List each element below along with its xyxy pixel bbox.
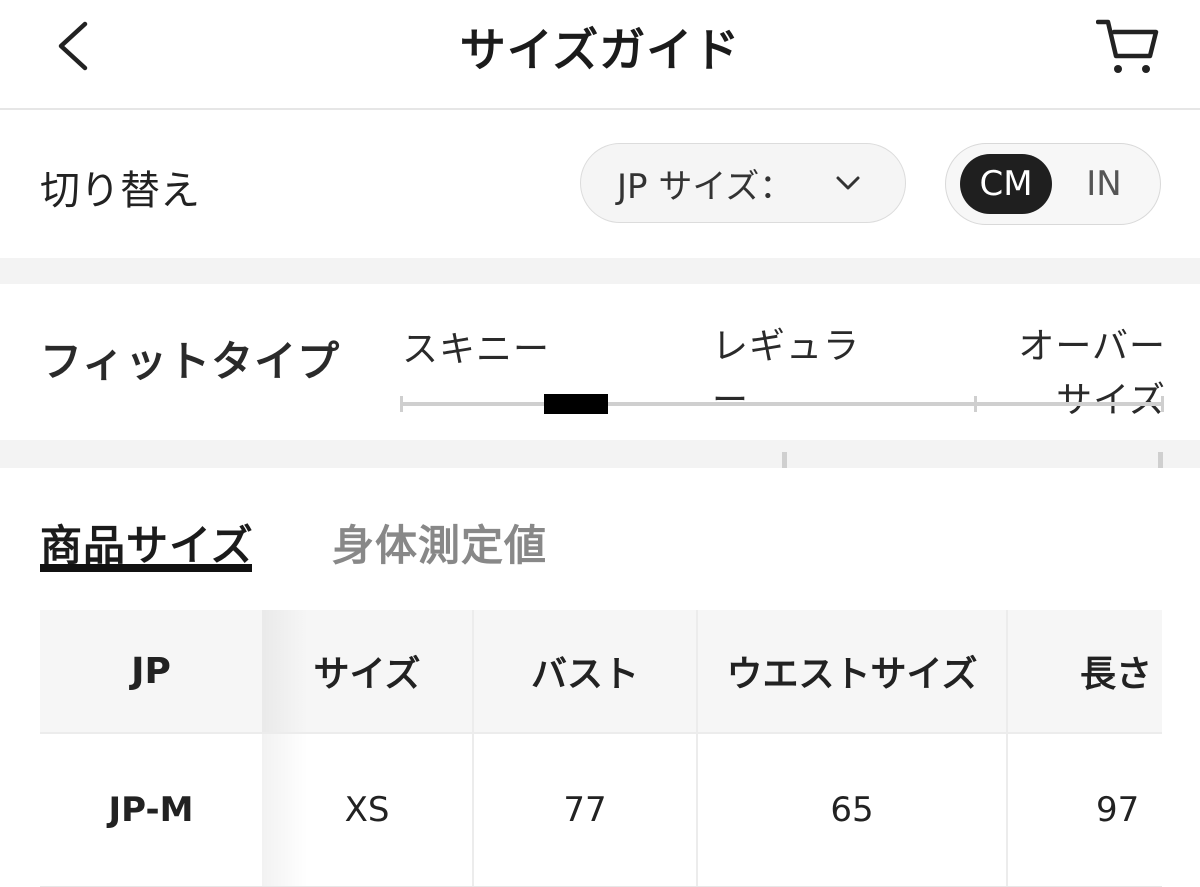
table-header-cell: 長さ xyxy=(1080,654,1153,695)
table-cell: 77 xyxy=(563,790,607,830)
fit-type-section: フィットタイプ スキニー レギュラー オーバーサイズ xyxy=(0,284,1200,440)
section-divider xyxy=(0,440,1200,468)
table-header-cell: ウエストサイズ xyxy=(726,654,978,695)
tab-body-measurements[interactable]: 身体測定値 xyxy=(332,512,547,573)
table-header-cell: バスト xyxy=(530,654,639,695)
table-cell: JP-M xyxy=(108,790,194,830)
column-divider xyxy=(472,610,474,732)
size-tabs: 商品サイズ 身体測定値 xyxy=(0,500,1200,580)
fit-option-skinny: スキニー xyxy=(402,329,551,370)
unit-cm-button[interactable]: CM xyxy=(960,154,1052,214)
fit-scale-marker xyxy=(543,394,608,414)
page-title: サイズガイド xyxy=(459,23,741,77)
fit-scale-tick xyxy=(400,396,403,412)
unit-toggle: CM IN xyxy=(945,143,1161,225)
size-guide-page: サイズガイド 切り替え JP サイズ： CM IN フィットタイプ スキニー レ… xyxy=(0,0,1200,887)
table-header-cell: JP xyxy=(131,650,171,692)
column-divider xyxy=(472,734,474,886)
table-row: JP-M XS 77 65 97 xyxy=(40,734,1162,887)
cart-icon xyxy=(1095,19,1159,73)
column-divider xyxy=(1006,734,1008,886)
switch-label: 切り替え xyxy=(40,168,200,214)
size-table: JP サイズ バスト ウエストサイズ 長さ JP-M XS 77 65 97 xyxy=(40,610,1162,887)
table-header-row: JP サイズ バスト ウエストサイズ 長さ xyxy=(40,610,1162,734)
sticky-column-shadow xyxy=(262,610,308,732)
column-divider xyxy=(696,734,698,886)
fit-option-oversize: オーバーサイズ xyxy=(1018,326,1166,421)
size-system-dropdown[interactable]: JP サイズ： xyxy=(580,143,906,223)
table-cell: 65 xyxy=(830,790,874,830)
fit-scale-tick xyxy=(1158,452,1163,468)
section-divider xyxy=(0,258,1200,284)
chevron-down-icon xyxy=(836,176,860,190)
sticky-column-shadow xyxy=(262,734,308,886)
column-divider xyxy=(696,610,698,732)
column-divider xyxy=(1006,610,1008,732)
unit-in-button[interactable]: IN xyxy=(1064,154,1144,214)
cart-button[interactable] xyxy=(1095,14,1160,76)
fit-type-label: フィットタイプ xyxy=(40,337,341,386)
active-tab-underline xyxy=(40,564,252,572)
switch-row: 切り替え JP サイズ： CM IN xyxy=(0,110,1200,258)
fit-scale-tick xyxy=(782,452,787,468)
fit-option-regular: レギュラー xyxy=(712,326,861,421)
top-header: サイズガイド xyxy=(0,0,1200,110)
size-system-label: JP サイズ： xyxy=(617,166,794,207)
fit-scale-tick xyxy=(1161,396,1164,412)
fit-scale-track xyxy=(400,402,1164,406)
table-cell: 97 xyxy=(1096,790,1140,830)
fit-scale-tick xyxy=(974,396,977,412)
